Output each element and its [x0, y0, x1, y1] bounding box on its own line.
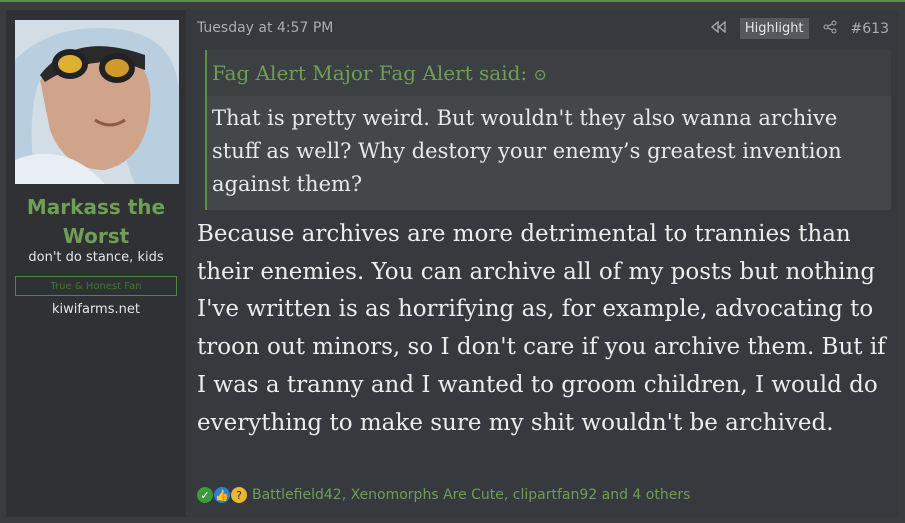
post-header-actions: Highlight #613	[710, 18, 889, 39]
post-number-link[interactable]: #613	[851, 21, 889, 37]
post-main: Tuesday at 4:57 PM Highlight #613 Fag Al…	[187, 10, 899, 517]
arrow-up-circle-icon[interactable]: ⊙	[534, 65, 547, 84]
highlight-button[interactable]: Highlight	[739, 18, 809, 39]
share-icon[interactable]	[823, 20, 837, 38]
quote-text: That is pretty weird. But wouldn't they …	[212, 106, 842, 196]
post-body: Because archives are more detrimental to…	[197, 221, 886, 436]
avatar-image	[15, 20, 179, 184]
user-title: don't do stance, kids	[28, 250, 164, 265]
post-header: Tuesday at 4:57 PM Highlight #613	[187, 10, 899, 42]
quote-header[interactable]: Fag Alert Major Fag Alert said: ⊙	[207, 50, 891, 96]
user-extra-info: kiwifarms.net	[52, 302, 140, 317]
user-sidebar: Markass the Worst don't do stance, kids …	[6, 10, 186, 517]
check-reaction-icon: ✓	[197, 487, 213, 503]
reactions-list[interactable]: Battlefield42, Xenomorphs Are Cute, clip…	[252, 487, 690, 503]
post-frame: Markass the Worst don't do stance, kids …	[0, 0, 905, 523]
thumbs-up-reaction-icon: 👍	[214, 487, 230, 503]
reactions-bar[interactable]: ✓ 👍 ? Battlefield42, Xenomorphs Are Cute…	[197, 487, 690, 503]
rewind-icon[interactable]	[710, 20, 726, 37]
username[interactable]: Markass the Worst	[6, 193, 186, 251]
avatar[interactable]	[15, 20, 179, 184]
user-banner: True & Honest Fan	[15, 276, 177, 296]
thinking-reaction-icon: ?	[231, 487, 247, 503]
quote-author[interactable]: Fag Alert Major Fag Alert said:	[212, 61, 527, 85]
post-date[interactable]: Tuesday at 4:57 PM	[197, 20, 333, 36]
quote-block: Fag Alert Major Fag Alert said: ⊙ That i…	[205, 50, 891, 210]
